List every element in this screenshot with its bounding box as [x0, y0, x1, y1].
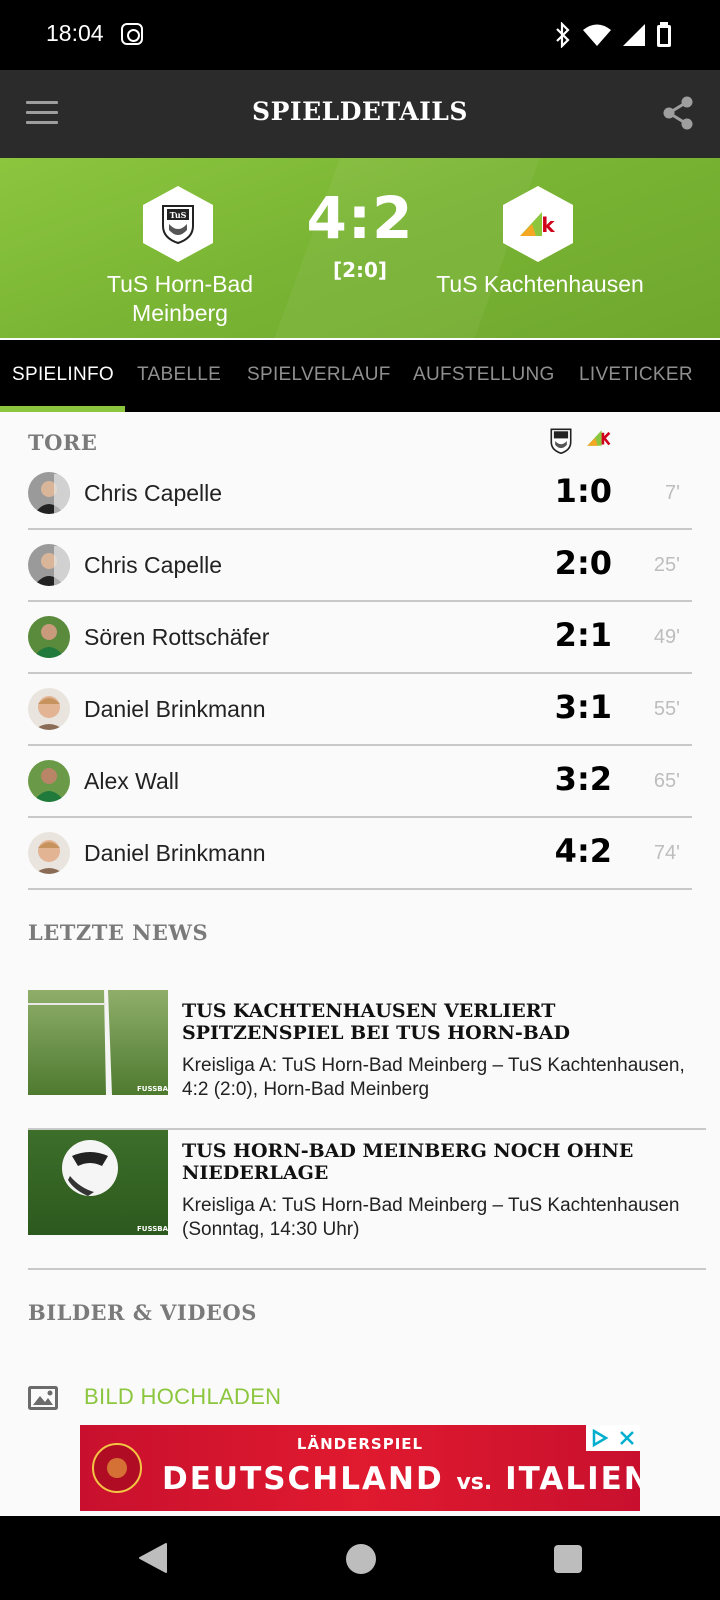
thumbnail-brand: FUSSBA — [137, 1085, 168, 1093]
upload-label: BILD HOCHLADEN — [84, 1384, 282, 1409]
close-icon[interactable] — [618, 1429, 636, 1447]
player-avatar — [28, 832, 70, 874]
home-mini-crest-icon — [550, 428, 572, 454]
back-icon[interactable] — [138, 1542, 168, 1574]
goal-player-name: Chris Capelle — [84, 480, 223, 506]
goal-player-name: Chris Capelle — [84, 552, 223, 578]
news-headline: TUS KACHTENHAUSEN VERLIERT SPITZENSPIEL … — [182, 1000, 571, 1044]
ad-team-b: ITALIEN — [505, 1461, 640, 1497]
image-icon — [28, 1386, 58, 1410]
goals-section-title: TORE — [28, 430, 98, 455]
app-bar: SPIELDETAILS — [0, 70, 720, 158]
goal-minute: 55' — [653, 698, 680, 720]
goal-score: 3:1 — [554, 688, 612, 726]
away-team-badge[interactable]: k — [503, 186, 573, 262]
adchoices-icon[interactable] — [590, 1429, 610, 1447]
ad-kicker: LÄNDERSPIEL — [296, 1435, 424, 1453]
instagram-icon — [121, 23, 143, 45]
goal-score: 2:0 — [554, 544, 612, 582]
away-crest-text: k — [541, 213, 555, 237]
status-icons — [554, 20, 672, 50]
ad-team-a: DEUTSCHLAND — [162, 1461, 444, 1497]
tab-spielverlauf[interactable]: SPIELVERLAUF — [247, 364, 391, 386]
ad-controls — [586, 1425, 640, 1451]
goal-minute: 74' — [653, 842, 680, 864]
player-avatar — [28, 472, 70, 514]
goal-minute: 25' — [653, 554, 680, 576]
goal-row[interactable]: Daniel Brinkmann 3:1 55' — [28, 674, 692, 746]
tab-liveticker[interactable]: LIVETICKER — [579, 364, 693, 386]
goal-player-name: Alex Wall — [84, 768, 179, 794]
goal-score: 3:2 — [554, 760, 612, 798]
news-item[interactable]: FUSSBA TUS HORN-BAD MEINBERG NOCH OHNE N… — [28, 1130, 706, 1270]
home-icon[interactable] — [346, 1544, 376, 1574]
news-thumbnail: FUSSBA — [28, 990, 168, 1095]
share-icon[interactable] — [662, 96, 694, 130]
away-team-name[interactable]: TuS Kachtenhausen — [420, 270, 660, 299]
news-headline: TUS HORN-BAD MEINBERG NOCH OHNE NIEDERLA… — [182, 1140, 634, 1184]
battery-icon — [657, 22, 671, 47]
goal-minute: 65' — [653, 770, 680, 792]
goal-player-name: Daniel Brinkmann — [84, 840, 266, 866]
news-thumbnail: FUSSBA — [28, 1130, 168, 1235]
tab-aufstellung[interactable]: AUFSTELLUNG — [413, 364, 555, 386]
goal-row[interactable]: Chris Capelle 1:0 7' — [28, 458, 692, 530]
player-avatar — [28, 544, 70, 586]
news-meta: Kreisliga A: TuS Horn-Bad Meinberg – TuS… — [182, 1195, 680, 1240]
ad-vs: vs. — [456, 1470, 493, 1495]
match-score: 4:2 — [306, 184, 414, 252]
player-avatar — [28, 688, 70, 730]
player-avatar — [28, 616, 70, 658]
thumbnail-brand: FUSSBA — [137, 1225, 168, 1233]
news-item[interactable]: FUSSBA TUS KACHTENHAUSEN VERLIERT SPITZE… — [28, 990, 706, 1130]
home-team-badge[interactable]: TuS — [143, 186, 213, 262]
bluetooth-icon — [556, 22, 570, 48]
away-mini-crest-icon — [587, 430, 611, 446]
goal-player-name: Daniel Brinkmann — [84, 696, 266, 722]
goal-row[interactable]: Chris Capelle 2:0 25' — [28, 530, 692, 602]
goal-minute: 7' — [665, 482, 680, 504]
tab-tabelle[interactable]: TABELLE — [137, 364, 221, 386]
status-time: 18:04 — [46, 20, 104, 46]
tab-indicator — [0, 406, 125, 412]
ad-banner[interactable]: LÄNDERSPIEL DEUTSCHLAND vs. ITALIEN — [80, 1425, 640, 1511]
player-avatar — [28, 760, 70, 802]
goal-row[interactable]: Daniel Brinkmann 4:2 74' — [28, 818, 692, 890]
home-crest-icon: TuS — [162, 205, 194, 244]
goal-row[interactable]: Sören Rottschäfer 2:1 49' — [28, 602, 692, 674]
tab-bar: SPIELINFO TABELLE SPIELVERLAUF AUFSTELLU… — [0, 340, 720, 412]
goal-score: 2:1 — [554, 616, 612, 654]
goal-minute: 49' — [653, 626, 680, 648]
match-header: TuS TuS Horn-Bad Meinberg 4:2 [2:0] k Tu… — [0, 158, 720, 338]
page-title: SPIELDETAILS — [252, 97, 468, 126]
goal-row[interactable]: Alex Wall 3:2 65' — [28, 746, 692, 818]
goal-player-name: Sören Rottschäfer — [84, 624, 270, 650]
media-section-title: BILDER & VIDEOS — [28, 1300, 257, 1325]
system-nav-bar — [0, 1516, 720, 1600]
goal-score: 1:0 — [554, 472, 612, 510]
status-bar: 18:04 — [0, 0, 720, 70]
goal-score: 4:2 — [554, 832, 612, 870]
goals-team-icons — [550, 428, 612, 454]
wifi-icon — [583, 24, 611, 46]
ad-headline: DEUTSCHLAND vs. ITALIEN — [162, 1461, 640, 1497]
recent-apps-icon[interactable] — [554, 1545, 582, 1573]
news-section-title: LETZTE NEWS — [28, 920, 209, 945]
home-crest-text: TuS — [170, 210, 187, 220]
signal-icon — [623, 24, 645, 46]
away-crest-icon: k — [520, 212, 555, 237]
tab-spielinfo[interactable]: SPIELINFO — [12, 364, 114, 386]
news-meta: Kreisliga A: TuS Horn-Bad Meinberg – TuS… — [182, 1055, 685, 1100]
